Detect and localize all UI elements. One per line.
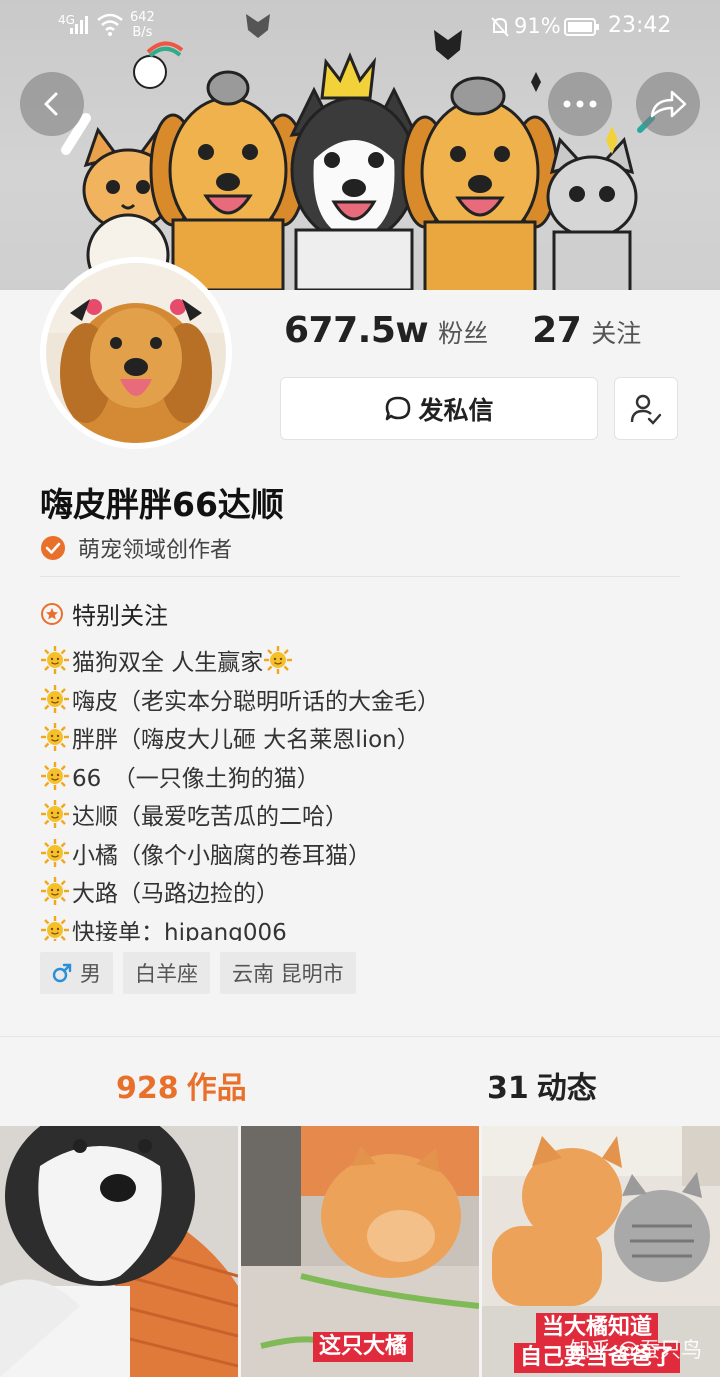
user-check-icon xyxy=(630,394,662,425)
sun-emoji-icon xyxy=(41,684,69,713)
bio-text: 胖胖（嗨皮大儿砸 大名莱恩lion） xyxy=(72,727,420,754)
bio-line: 大路（马路边捡的） xyxy=(40,872,680,911)
bio-line: 胖胖（嗨皮大儿砸 大名莱恩lion） xyxy=(40,718,680,757)
zodiac-label: 白羊座 xyxy=(135,962,198,986)
creator-badge-label: 萌宠领域创作者 xyxy=(78,538,233,563)
video-thumbnail[interactable]: 这只大橘 xyxy=(241,1126,479,1377)
sun-emoji-icon xyxy=(41,877,69,906)
followers-label[interactable]: 粉丝 xyxy=(438,314,488,350)
special-follow[interactable]: 特别关注 xyxy=(40,596,168,631)
verified-check-icon xyxy=(41,536,65,560)
works-count: 928 xyxy=(116,1071,179,1106)
star-circle-icon xyxy=(41,602,63,625)
sun-emoji-icon xyxy=(41,646,69,675)
posts-count: 31 xyxy=(487,1071,529,1106)
bio-text: 达顺（最爱吃苦瓜的二哈） xyxy=(72,804,348,831)
following-label[interactable]: 关注 xyxy=(591,314,641,350)
creator-badge[interactable]: 萌宠领域创作者 xyxy=(40,532,232,564)
network-speed-unit: B/s xyxy=(132,25,153,40)
status-bar: 4G 642 B/s 91% 23:42 xyxy=(0,0,720,52)
chevron-left-icon xyxy=(44,92,58,116)
sun-emoji-icon xyxy=(264,646,293,675)
sun-emoji-icon xyxy=(41,723,69,752)
followers-count[interactable]: 677.5w xyxy=(284,310,429,351)
back-button[interactable] xyxy=(20,72,84,136)
bio-line: 小橘（像个小脑腐的卷耳猫） xyxy=(40,834,680,873)
share-icon xyxy=(650,90,687,118)
sun-emoji-icon xyxy=(41,915,69,941)
signal-icon xyxy=(70,16,88,34)
bio-line: 快接单：hipang006 xyxy=(40,911,680,941)
zodiac-tag: 白羊座 xyxy=(123,952,210,994)
battery-icon xyxy=(564,18,599,36)
posts-label: 动态 xyxy=(536,1071,597,1106)
bio-text: 快接单：hipang006 xyxy=(72,919,287,941)
send-message-label: 发私信 xyxy=(418,395,494,425)
more-icon xyxy=(563,100,597,108)
share-button[interactable] xyxy=(636,72,700,136)
location-tag: 云南 昆明市 xyxy=(220,952,356,994)
wifi-icon xyxy=(97,13,123,36)
gender-tag: 男 xyxy=(40,952,113,994)
bio-line: 达顺（最爱吃苦瓜的二哈） xyxy=(40,795,680,834)
thumbnail-caption: 这只大橘 xyxy=(313,1332,414,1362)
more-button[interactable] xyxy=(548,72,612,136)
username: 嗨皮胖胖66达顺 xyxy=(40,485,284,524)
profile-stats: 677.5w 粉丝 27 关注 xyxy=(284,310,641,358)
network-speed: 642 B/s xyxy=(130,10,155,40)
bio-text: 66 （一只像土狗的猫） xyxy=(72,765,320,792)
bio-text: 大路（马路边捡的） xyxy=(72,881,279,908)
profile-page: 4G 642 B/s 91% 23:42 677.5w 粉丝 27 关注 发私信… xyxy=(0,0,720,1377)
clock: 23:42 xyxy=(608,13,672,38)
mute-bell-icon xyxy=(491,17,509,37)
sun-emoji-icon xyxy=(41,800,69,829)
location-label: 云南 昆明市 xyxy=(232,962,344,986)
sun-emoji-icon xyxy=(41,761,69,790)
divider xyxy=(40,576,680,577)
video-thumbnail[interactable] xyxy=(0,1126,238,1377)
husky-thumbnail-image xyxy=(0,1126,238,1377)
profile-banner: 4G 642 B/s 91% 23:42 xyxy=(0,0,720,290)
bio-line: 嗨皮（老实本分聪明听话的大金毛） xyxy=(40,680,680,719)
male-icon xyxy=(52,963,72,983)
bio-line: 猫狗双全 人生赢家 xyxy=(40,641,680,680)
sun-emoji-icon xyxy=(41,838,69,867)
profile-tags: 男 白羊座 云南 昆明市 xyxy=(40,952,366,994)
tab-posts[interactable]: 31 动态 xyxy=(487,1063,597,1107)
special-follow-label: 特别关注 xyxy=(72,602,168,630)
bio-text: 小橘（像个小脑腐的卷耳猫） xyxy=(72,842,371,869)
gender-label: 男 xyxy=(80,962,101,986)
watermark: 知乎 @蚕只鸟 xyxy=(569,1338,702,1362)
bio-line: 66 （一只像土狗的猫） xyxy=(40,757,680,796)
following-count[interactable]: 27 xyxy=(532,310,582,351)
works-label: 作品 xyxy=(186,1071,247,1106)
battery-percent: 91% xyxy=(514,14,561,38)
tab-works[interactable]: 928 作品 xyxy=(116,1063,247,1107)
bio-text: 猫狗双全 人生赢家 xyxy=(72,650,264,677)
chat-bubble-icon xyxy=(386,396,411,420)
avatar-image xyxy=(46,263,226,443)
send-message-button[interactable]: 发私信 xyxy=(280,377,598,440)
network-speed-value: 642 xyxy=(130,10,155,25)
bio-text: 嗨皮（老实本分聪明听话的大金毛） xyxy=(72,688,440,715)
profile-bio: 猫狗双全 人生赢家 嗨皮（老实本分聪明听话的大金毛） 胖胖（嗨皮大儿砸 大名莱恩… xyxy=(40,641,680,941)
content-tabs: 928 作品 31 动态 xyxy=(0,1036,720,1126)
following-status-button[interactable] xyxy=(614,377,678,440)
avatar[interactable] xyxy=(40,257,232,449)
